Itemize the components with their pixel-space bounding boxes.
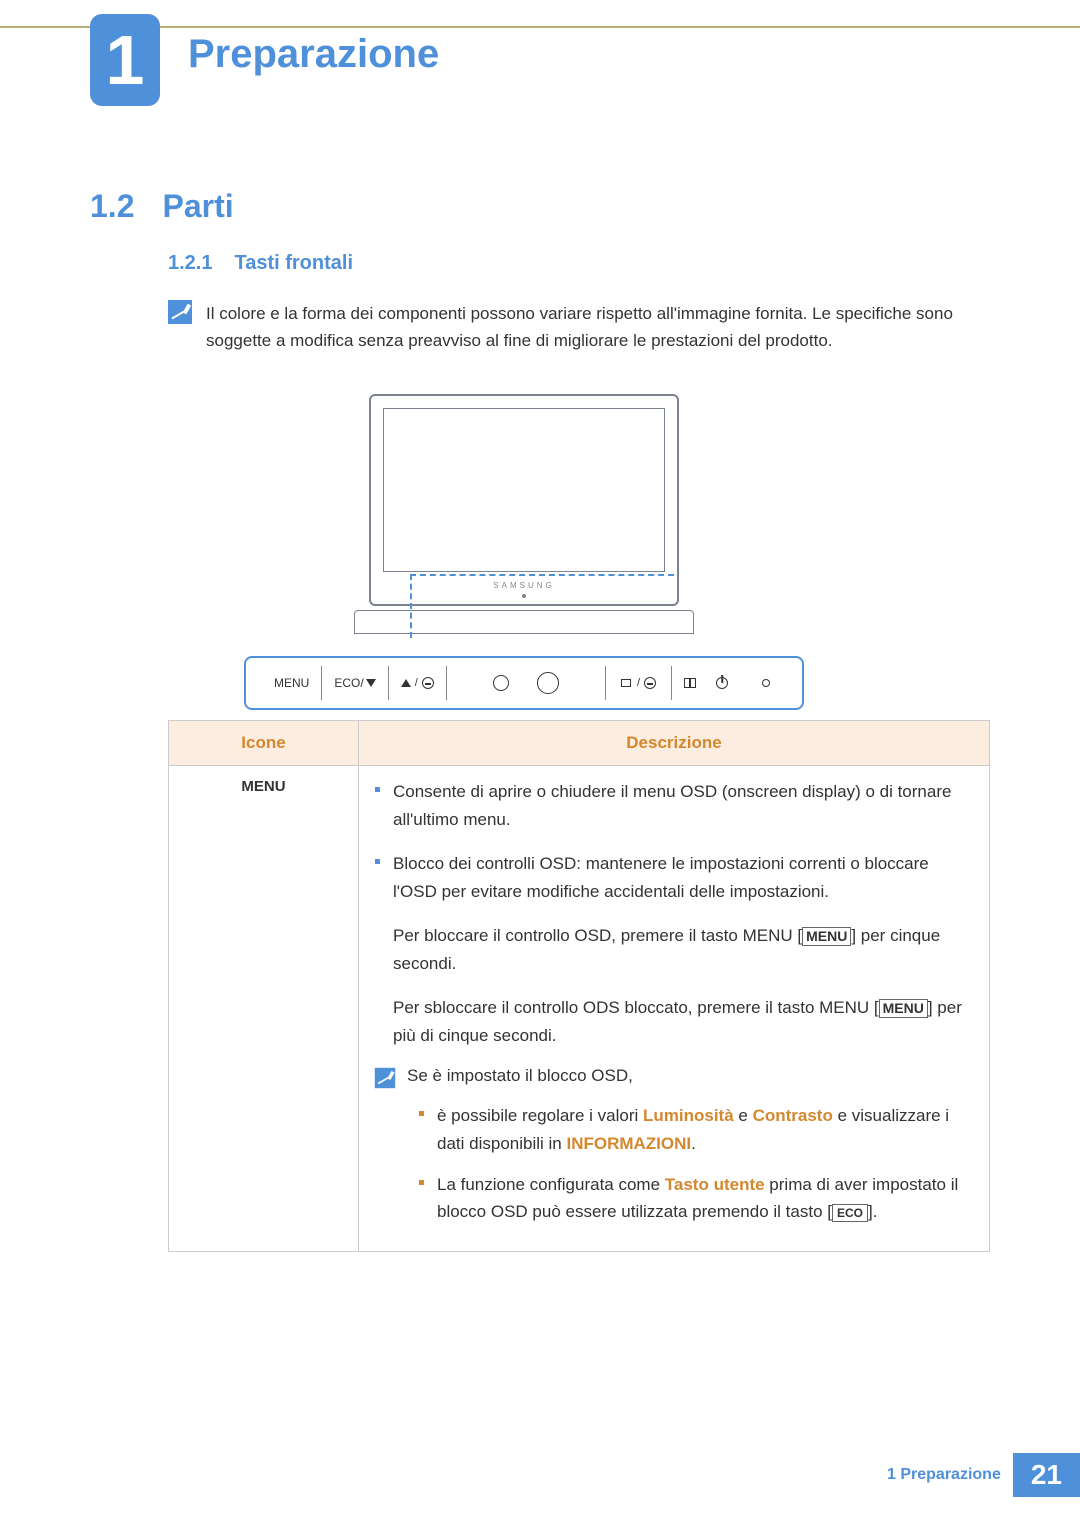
monitor-stand <box>354 610 694 634</box>
bbar-up: / <box>389 666 447 700</box>
menu-key-label-2: MENU <box>879 999 928 1018</box>
menu-key-label: MENU <box>802 927 851 946</box>
rect-icon <box>621 679 631 687</box>
eco-label: ECO/ <box>334 676 363 690</box>
circle-big-icon <box>537 672 559 694</box>
term-informazioni: INFORMAZIONI <box>566 1134 691 1153</box>
chapter-title: Preparazione <box>188 32 439 77</box>
cell-desc: Consente di aprire o chiudere il menu OS… <box>359 766 990 1252</box>
callout-line-v <box>410 574 412 638</box>
chapter-number: 1 <box>106 25 145 95</box>
bbar-menu: MENU <box>262 666 322 700</box>
term-luminosita: Luminosità <box>643 1106 734 1125</box>
bullet-open-close: Consente di aprire o chiudere il menu OS… <box>373 778 975 834</box>
monitor-led <box>522 594 526 598</box>
power-icon <box>716 677 728 689</box>
up-triangle-icon <box>401 679 411 687</box>
sublist-brightness: è possibile regolare i valori Luminosità… <box>417 1102 975 1156</box>
chapter-tab: 1 <box>90 14 160 106</box>
monitor-screen <box>383 408 665 572</box>
para-unlock: Per sbloccare il controllo ODS bloccato,… <box>373 994 975 1050</box>
description-table: Icone Descrizione MENU Consente di aprir… <box>168 720 990 1252</box>
section-title: Parti <box>162 188 233 225</box>
circle-icon <box>493 675 509 691</box>
menu-button-label: MENU <box>241 778 285 795</box>
eco-key-label: ECO <box>832 1204 868 1222</box>
para-lock: Per bloccare il controllo OSD, premere i… <box>373 922 975 978</box>
monitor-brand: SAMSUNG <box>371 581 677 590</box>
subsection-title: Tasti frontali <box>234 252 353 275</box>
adjust-icon <box>422 677 434 689</box>
subsection-heading: 1.2.1 Tasti frontali <box>168 252 353 275</box>
led-circle-icon <box>762 679 770 687</box>
th-desc: Descrizione <box>359 721 990 766</box>
sublist-userkey: La funzione configurata come Tasto utent… <box>417 1171 975 1225</box>
subnote-intro: Se è impostato il blocco OSD, <box>407 1066 633 1090</box>
page-footer: 1 Preparazione 21 <box>887 1453 1080 1497</box>
section-number: 1.2 <box>90 188 134 225</box>
section-heading: 1.2 Parti <box>90 188 234 225</box>
bullet-lock: Blocco dei controlli OSD: mantenere le i… <box>373 850 975 906</box>
enter-icon <box>644 677 656 689</box>
bbar-source: / <box>606 666 672 700</box>
note-text: Il colore e la forma dei componenti poss… <box>206 300 990 354</box>
note-icon <box>168 300 192 324</box>
monitor-diagram: SAMSUNG MENU ECO/ / / <box>244 394 804 710</box>
pip-icon <box>684 678 696 688</box>
footer-page-number: 21 <box>1013 1453 1080 1497</box>
bbar-eco: ECO/ <box>322 666 388 700</box>
callout-line-h <box>410 574 674 576</box>
table-row: MENU Consente di aprire o chiudere il me… <box>169 766 990 1252</box>
bbar-power <box>672 666 746 700</box>
note-block: Il colore e la forma dei componenti poss… <box>168 300 990 354</box>
bbar-circles <box>447 666 606 700</box>
down-triangle-icon <box>366 679 376 687</box>
term-tasto-utente: Tasto utente <box>665 1175 765 1194</box>
subsection-number: 1.2.1 <box>168 252 212 275</box>
note-icon-small <box>375 1068 395 1088</box>
bbar-led <box>746 666 786 700</box>
th-icons: Icone <box>169 721 359 766</box>
top-rule <box>0 26 1080 28</box>
sub-note: Se è impostato il blocco OSD, <box>373 1066 975 1090</box>
button-bar: MENU ECO/ / / <box>244 656 804 710</box>
footer-chapter: 1 Preparazione <box>887 1466 1001 1484</box>
cell-icon: MENU <box>169 766 359 1252</box>
term-contrasto: Contrasto <box>753 1106 833 1125</box>
